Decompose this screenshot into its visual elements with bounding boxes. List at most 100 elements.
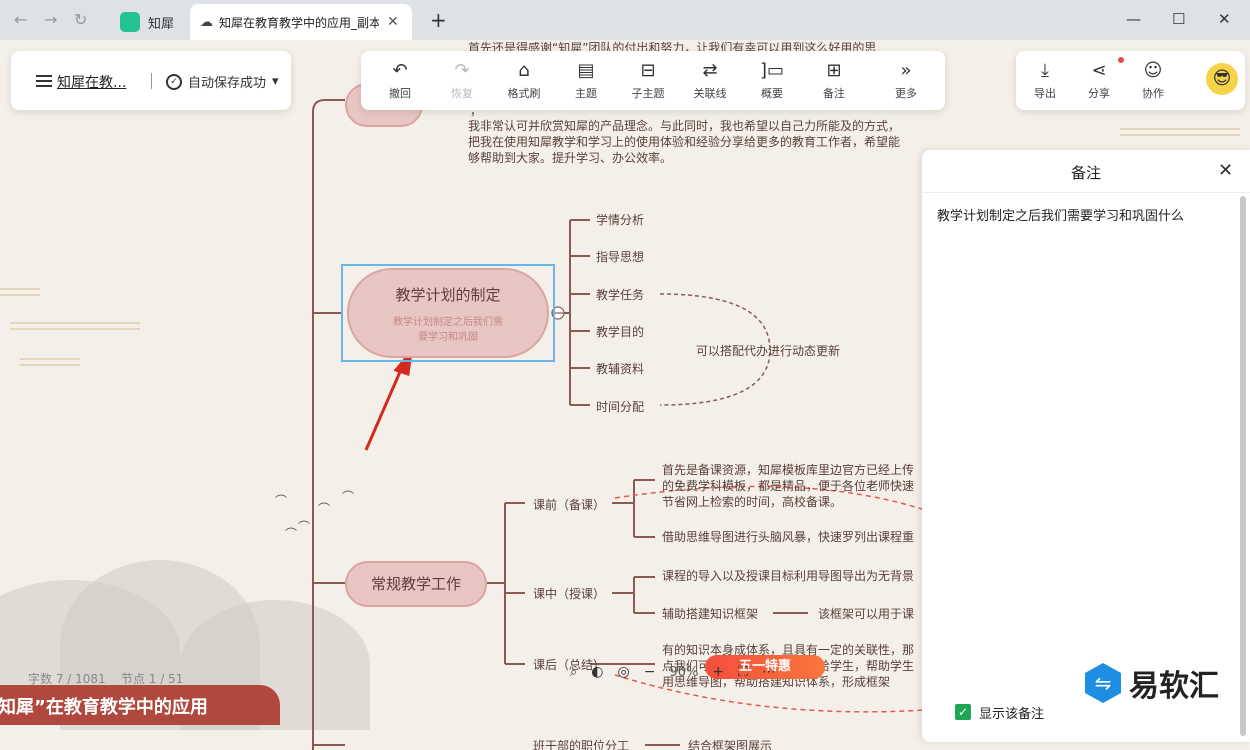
- child-in-class[interactable]: 课中（授课）: [533, 585, 605, 602]
- check-circle-icon: ✓: [166, 73, 182, 90]
- forward-icon[interactable]: →: [44, 10, 57, 29]
- topic-button[interactable]: ▤ 主题: [561, 59, 611, 101]
- show-note-checkbox[interactable]: ✓: [955, 704, 971, 720]
- tool-label: 撤回: [389, 87, 411, 100]
- tool-label: 协作: [1142, 87, 1164, 100]
- new-tab-button[interactable]: +: [430, 8, 447, 32]
- node-count: 节点 1 / 51: [120, 672, 184, 686]
- tab-zhixi[interactable]: 知犀: [112, 4, 190, 40]
- note-editor[interactable]: 教学计划制定之后我们需要学习和巩固什么: [937, 205, 1184, 224]
- relation-line-icon: ⇄: [702, 60, 718, 81]
- close-window-icon[interactable]: ✕: [1218, 10, 1231, 28]
- theme-icon[interactable]: ◐: [591, 664, 603, 680]
- summary-button[interactable]: ]▭ 概要: [747, 59, 797, 101]
- subtopic-item[interactable]: 时间分配: [596, 398, 644, 415]
- topic-class-cadre[interactable]: 班干部的职位分工: [533, 737, 629, 750]
- scrollbar[interactable]: [1240, 196, 1246, 736]
- more-icon[interactable]: ⋯: [762, 664, 776, 680]
- notes-panel: 备注 ✕ 教学计划制定之后我们需要学习和巩固什么 ✓ 显示该备注: [922, 150, 1250, 742]
- export-button[interactable]: ⤓ 导出: [1020, 59, 1070, 101]
- close-icon[interactable]: ✕: [1218, 160, 1233, 181]
- doc-title[interactable]: 知犀在教...: [57, 72, 126, 92]
- word-count: 字数 7 / 1081: [28, 672, 106, 686]
- zoom-bar: ⌕ ◐ ◎ − 90% + ⛶ ⋯: [560, 657, 845, 687]
- topic-icon: ▤: [577, 60, 595, 81]
- subtopic-item[interactable]: 学情分析: [596, 211, 644, 228]
- format-painter-button[interactable]: ⌂ 格式刷: [499, 59, 549, 101]
- redo-button[interactable]: ↷ 恢复: [437, 59, 487, 101]
- back-icon[interactable]: ←: [14, 10, 27, 29]
- zoom-out-icon[interactable]: −: [644, 664, 656, 680]
- brand-logo-icon: ⇋: [1085, 663, 1121, 703]
- right-toolbar: ⤓ 导出 ⋖ 分享 ☺ 协作 😎: [1016, 51, 1245, 110]
- reload-icon[interactable]: ↻: [74, 10, 87, 29]
- zoom-in-icon[interactable]: +: [712, 664, 724, 680]
- divider: [151, 73, 152, 89]
- export-icon: ⤓: [1041, 60, 1049, 81]
- minimize-icon[interactable]: —: [1126, 10, 1141, 28]
- notes-title: 备注: [1070, 164, 1101, 182]
- navigator-icon[interactable]: ◎: [618, 664, 630, 680]
- undo-button[interactable]: ↶ 撤回: [375, 59, 425, 101]
- topic-teaching-plan[interactable]: 教学计划的制定 教学计划制定之后我们需要学习和巩固: [347, 268, 549, 358]
- child-before-class[interactable]: 课前（备课）: [533, 496, 605, 513]
- brand-name: 易软汇: [1129, 669, 1219, 704]
- share-button[interactable]: ⋖ 分享: [1074, 59, 1124, 101]
- brand-watermark: ⇋ 易软汇: [1085, 661, 1219, 705]
- note-button[interactable]: ⊞ 备注: [809, 59, 859, 101]
- tool-label: 关联线: [693, 87, 727, 100]
- avatar[interactable]: 😎: [1206, 63, 1238, 95]
- more-icon: »: [900, 60, 912, 81]
- intro-paragraph[interactable]: 我非常认可并欣赏知犀的产品理念。与此同时，我也希望以自己力所能及的方式，把我在使…: [468, 118, 908, 166]
- tab-close-icon[interactable]: ✕: [387, 14, 399, 30]
- more-button[interactable]: » 更多: [881, 59, 931, 101]
- tool-label: 分享: [1088, 87, 1110, 100]
- search-icon[interactable]: ⌕: [570, 665, 577, 680]
- subtopic-item[interactable]: 教学目的: [596, 323, 644, 340]
- tool-label: 导出: [1034, 87, 1056, 100]
- undo-icon: ↶: [392, 60, 408, 81]
- before-class-paragraph[interactable]: 首先是备课资源，知犀模板库里边官方已经上传的免费学科模板，都是精品，便于各位老师…: [662, 462, 920, 510]
- subtopic-item[interactable]: 指导思想: [596, 248, 644, 265]
- collaborate-button[interactable]: ☺ 协作: [1128, 59, 1178, 101]
- divider: [922, 192, 1250, 193]
- maximize-icon[interactable]: ☐: [1172, 10, 1185, 28]
- main-toolbar: ↶ 撤回 ↷ 恢复 ⌂ 格式刷 ▤ 主题 ⊟ 子主题 ⇄ 关联线 ]▭ 概要 ⊞…: [361, 51, 945, 110]
- tool-label: 备注: [823, 87, 845, 100]
- relation-line-button[interactable]: ⇄ 关联线: [685, 59, 735, 101]
- tab-active-doc[interactable]: ☁ 知犀在教育教学中的应用_副本 ✕: [190, 4, 412, 40]
- zoom-level: 90%: [669, 664, 699, 680]
- save-status[interactable]: ✓ 自动保存成功 ▾: [166, 72, 279, 91]
- in-class-paragraph[interactable]: 课程的导入以及授课目标利用导图导出为无背景: [662, 568, 920, 584]
- browser-tab-bar: ← → ↻ 知犀 ☁ 知犀在教育教学中的应用_副本 ✕ + — ☐ ✕: [0, 0, 1250, 40]
- in-class-framework-child[interactable]: 该框架可以用于课: [818, 605, 920, 622]
- tool-label: 格式刷: [507, 87, 541, 100]
- chevron-down-icon: ▾: [272, 74, 279, 89]
- tool-label: 主题: [575, 87, 597, 100]
- tool-label: 恢复: [451, 87, 473, 100]
- zhixi-logo-icon: [120, 12, 140, 32]
- notification-dot: [1118, 57, 1124, 63]
- subtopic-icon: ⊟: [640, 60, 656, 81]
- menu-icon[interactable]: [36, 75, 52, 87]
- tool-label: 子主题: [631, 87, 665, 100]
- topic-class-cadre-child[interactable]: 结合框架图展示: [688, 737, 772, 750]
- share-icon: ⋖: [1091, 60, 1107, 81]
- cloud-icon: ☁: [200, 14, 213, 30]
- title-banner: 知犀”在教育教学中的应用: [0, 685, 280, 725]
- save-status-label: 自动保存成功: [188, 76, 267, 91]
- subtopic-item[interactable]: 教学任务: [596, 286, 644, 303]
- note-icon: ⊞: [826, 60, 842, 81]
- subtopic-item[interactable]: 教辅资料: [596, 360, 644, 377]
- redo-icon: ↷: [454, 60, 470, 81]
- in-class-framework[interactable]: 辅助搭建知识框架: [662, 605, 758, 622]
- format-painter-icon: ⌂: [518, 60, 530, 81]
- topic-routine-work[interactable]: 常规教学工作: [345, 561, 487, 607]
- summary-note[interactable]: 可以搭配代办进行动态更新: [696, 342, 840, 359]
- show-note-label[interactable]: 显示该备注: [979, 703, 1044, 722]
- subtopic-button[interactable]: ⊟ 子主题: [623, 59, 673, 101]
- before-class-paragraph-2[interactable]: 借助思维导图进行头脑风暴，快速罗列出课程重: [662, 529, 920, 545]
- fit-screen-icon[interactable]: ⛶: [738, 664, 748, 680]
- tool-label: 更多: [895, 87, 917, 100]
- tool-label: 概要: [761, 87, 783, 100]
